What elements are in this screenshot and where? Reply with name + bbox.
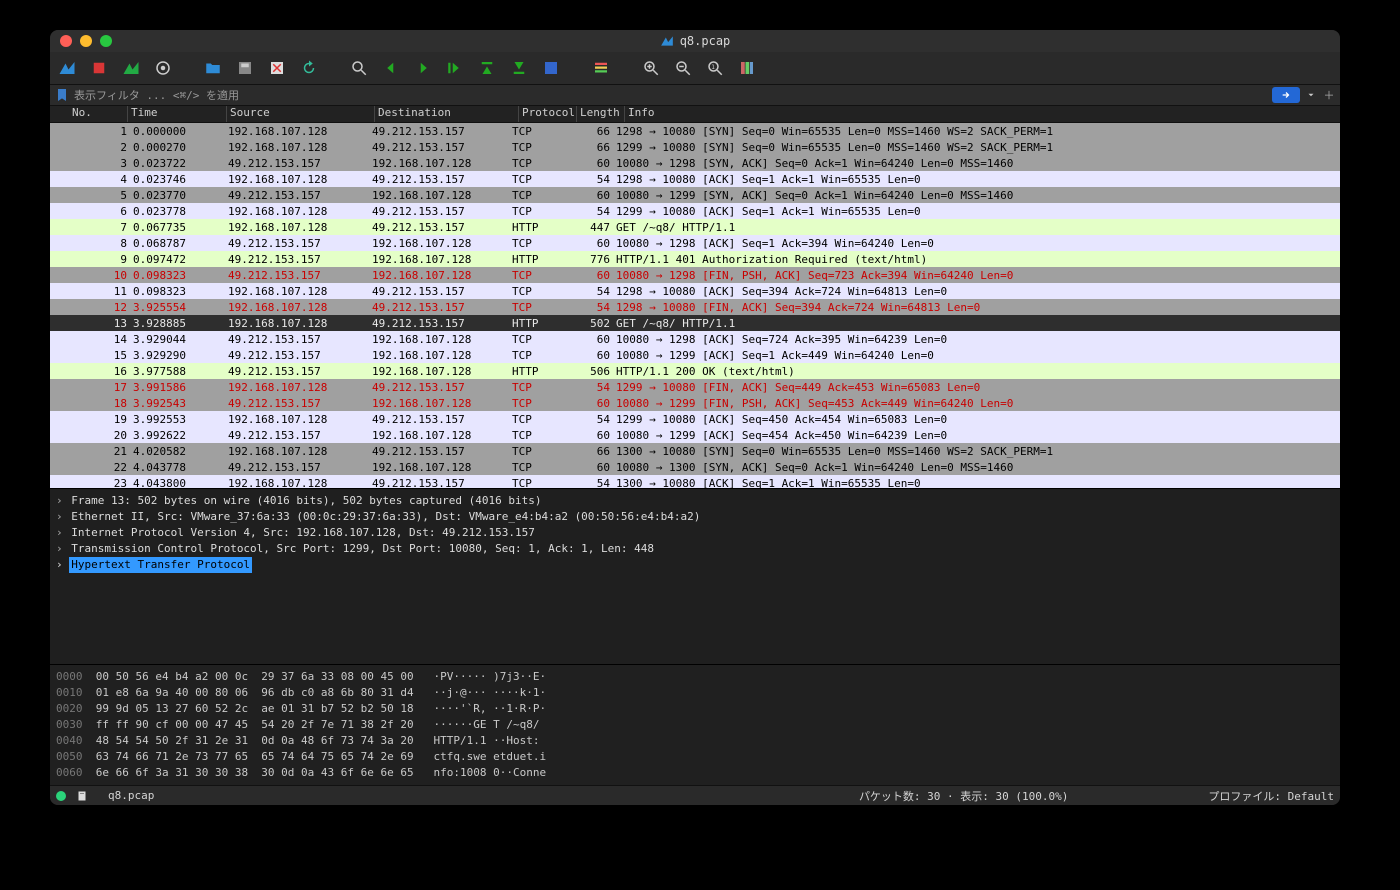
packet-row[interactable]: 70.067735192.168.107.12849.212.153.157HT… [50,219,1340,235]
go-to-last-button[interactable] [508,57,530,79]
packet-bytes-pane[interactable]: 0000 00 50 56 e4 b4 a2 00 0c 29 37 6a 33… [50,664,1340,785]
packet-row[interactable]: 100.09832349.212.153.157192.168.107.128T… [50,267,1340,283]
packet-row[interactable]: 143.92904449.212.153.157192.168.107.128T… [50,331,1340,347]
col-protocol[interactable]: Protocol [518,106,576,122]
capture-file-icon [76,790,88,802]
zoom-in-button[interactable] [640,57,662,79]
packet-row[interactable]: 80.06878749.212.153.157192.168.107.128TC… [50,235,1340,251]
col-source[interactable]: Source [226,106,374,122]
wireshark-fin-icon [660,34,674,48]
go-back-button[interactable] [380,57,402,79]
col-destination[interactable]: Destination [374,106,518,122]
svg-text:1: 1 [711,64,715,71]
packet-row[interactable]: 224.04377849.212.153.157192.168.107.128T… [50,459,1340,475]
tree-line[interactable]: Frame 13: 502 bytes on wire (4016 bits),… [56,493,1334,509]
go-to-first-button[interactable] [476,57,498,79]
add-filter-button[interactable]: ＋ [1322,87,1336,103]
tree-line[interactable]: Internet Protocol Version 4, Src: 192.16… [56,525,1334,541]
packet-row[interactable]: 60.023778192.168.107.12849.212.153.157TC… [50,203,1340,219]
tree-line[interactable]: › Hypertext Transfer Protocol [56,557,1334,573]
packet-row[interactable]: 234.043800192.168.107.12849.212.153.157T… [50,475,1340,488]
packet-row[interactable]: 40.023746192.168.107.12849.212.153.157TC… [50,171,1340,187]
hex-line[interactable]: 0040 48 54 54 50 2f 31 2e 31 0d 0a 48 6f… [56,733,1334,749]
go-to-packet-button[interactable] [444,57,466,79]
apply-filter-button[interactable] [1272,87,1300,103]
packet-row[interactable]: 123.925554192.168.107.12849.212.153.157T… [50,299,1340,315]
tree-line[interactable]: Ethernet II, Src: VMware_37:6a:33 (00:0c… [56,509,1334,525]
go-forward-button[interactable] [412,57,434,79]
packet-row[interactable]: 203.99262249.212.153.157192.168.107.128T… [50,427,1340,443]
tree-line[interactable]: Transmission Control Protocol, Src Port:… [56,541,1334,557]
col-info[interactable]: Info [624,106,1340,122]
filter-bar: 表示フィルタ ... <⌘/> を適用 ＋ [50,85,1340,106]
window-title: q8.pcap [680,34,731,48]
colorize-button[interactable] [590,57,612,79]
find-packet-button[interactable] [348,57,370,79]
display-filter-input[interactable]: 表示フィルタ ... <⌘/> を適用 [74,87,1272,103]
status-packet-count: パケット数: 30 · 表示: 30 (100.0%) [859,788,1068,804]
packet-row[interactable]: 30.02372249.212.153.157192.168.107.128TC… [50,155,1340,171]
start-capture-button[interactable] [56,57,78,79]
status-profile[interactable]: プロファイル: Default [1208,788,1334,804]
packet-row[interactable]: 193.992553192.168.107.12849.212.153.157T… [50,411,1340,427]
restart-capture-button[interactable] [120,57,142,79]
open-file-button[interactable] [202,57,224,79]
packet-row[interactable]: 110.098323192.168.107.12849.212.153.157T… [50,283,1340,299]
close-file-button[interactable] [266,57,288,79]
hex-line[interactable]: 0010 01 e8 6a 9a 40 00 80 06 96 db c0 a8… [56,685,1334,701]
packet-list[interactable]: 10.000000192.168.107.12849.212.153.157TC… [50,123,1340,488]
packet-row[interactable]: 50.02377049.212.153.157192.168.107.128TC… [50,187,1340,203]
main-toolbar: 1 [50,52,1340,85]
bookmark-icon[interactable] [54,87,70,103]
stop-capture-button[interactable] [88,57,110,79]
hex-line[interactable]: 0050 63 74 66 71 2e 73 77 65 65 74 64 75… [56,749,1334,765]
reload-file-button[interactable] [298,57,320,79]
packet-row[interactable]: 10.000000192.168.107.12849.212.153.157TC… [50,123,1340,139]
titlebar: q8.pcap [50,30,1340,52]
hex-line[interactable]: 0060 6e 66 6f 3a 31 30 30 38 30 0d 0a 43… [56,765,1334,781]
col-length[interactable]: Length [576,106,624,122]
auto-scroll-button[interactable] [540,57,562,79]
resize-columns-button[interactable] [736,57,758,79]
packet-row[interactable]: 163.97758849.212.153.157192.168.107.128H… [50,363,1340,379]
filter-history-dropdown[interactable] [1304,87,1318,103]
packet-row[interactable]: 90.09747249.212.153.157192.168.107.128HT… [50,251,1340,267]
hex-line[interactable]: 0020 99 9d 05 13 27 60 52 2c ae 01 31 b7… [56,701,1334,717]
expert-info-indicator[interactable] [56,791,66,801]
capture-options-button[interactable] [152,57,174,79]
col-time[interactable]: Time [127,106,226,122]
packet-row[interactable]: 153.92929049.212.153.157192.168.107.128T… [50,347,1340,363]
hex-line[interactable]: 0000 00 50 56 e4 b4 a2 00 0c 29 37 6a 33… [56,669,1334,685]
packet-row[interactable]: 183.99254349.212.153.157192.168.107.128T… [50,395,1340,411]
packet-scroll-strip[interactable] [1328,123,1340,488]
app-window: q8.pcap 1 表示フィルタ ... <⌘/> を適用 ＋ [50,30,1340,805]
zoom-reset-button[interactable]: 1 [704,57,726,79]
packet-row[interactable]: 20.000270192.168.107.12849.212.153.157TC… [50,139,1340,155]
packet-row[interactable]: 133.928885192.168.107.12849.212.153.157H… [50,315,1340,331]
status-file-name[interactable]: q8.pcap [108,789,154,802]
hex-line[interactable]: 0030 ff ff 90 cf 00 00 47 45 54 20 2f 7e… [56,717,1334,733]
packet-row[interactable]: 173.991586192.168.107.12849.212.153.157T… [50,379,1340,395]
packet-row[interactable]: 214.020582192.168.107.12849.212.153.157T… [50,443,1340,459]
save-file-button[interactable] [234,57,256,79]
packet-list-header[interactable]: No. Time Source Destination Protocol Len… [50,106,1340,123]
col-no[interactable]: No. [68,106,127,122]
packet-details-pane[interactable]: Frame 13: 502 bytes on wire (4016 bits),… [50,488,1340,581]
status-bar: q8.pcap パケット数: 30 · 表示: 30 (100.0%) プロファ… [50,785,1340,805]
zoom-out-button[interactable] [672,57,694,79]
